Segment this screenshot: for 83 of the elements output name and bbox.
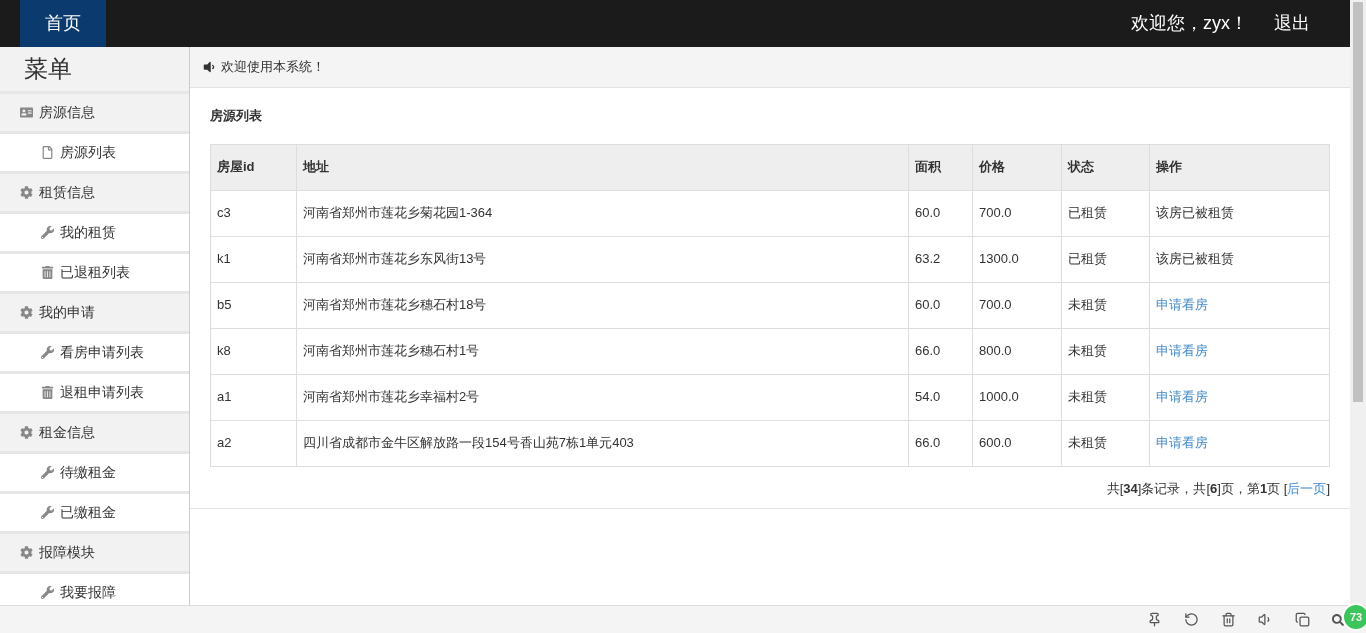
next-page-link[interactable]: 后一页 <box>1287 478 1327 498</box>
table-cell: 700.0 <box>972 190 1062 236</box>
gear-icon <box>20 186 33 199</box>
table-cell: 1300.0 <box>972 236 1062 282</box>
apply-viewing-link[interactable]: 申请看房 <box>1156 343 1208 359</box>
menu-item[interactable]: 我要报障 <box>0 574 189 605</box>
menu-item[interactable]: 退租申请列表 <box>0 374 189 411</box>
table-cell: 未租赁 <box>1061 420 1150 466</box>
gear-icon <box>20 426 33 439</box>
table-cell: 800.0 <box>972 328 1062 374</box>
wrench-icon <box>41 586 54 599</box>
gear-icon <box>20 546 33 559</box>
menu-group-header[interactable]: 报障模块 <box>0 534 189 571</box>
search-icon[interactable] <box>1332 613 1344 626</box>
refresh-icon[interactable] <box>1184 612 1199 627</box>
table-cell: k1 <box>210 236 297 282</box>
table-cell: 66.0 <box>908 420 973 466</box>
table-title: 房源列表 <box>210 107 263 125</box>
table-cell: 60.0 <box>908 190 973 236</box>
home-tab[interactable]: 首页 <box>20 0 106 47</box>
table-cell: 700.0 <box>972 282 1062 328</box>
menu-group-header[interactable]: 房源信息 <box>0 94 189 131</box>
apply-viewing-link[interactable]: 申请看房 <box>1156 297 1208 313</box>
menu-item[interactable]: 已退租列表 <box>0 254 189 291</box>
column-header: 面积 <box>908 144 973 190</box>
wrench-icon <box>41 506 54 519</box>
menu-item[interactable]: 已缴租金 <box>0 494 189 531</box>
table-cell: 河南省郑州市莲花乡东风街13号 <box>296 236 909 282</box>
table-cell: 1000.0 <box>972 374 1062 420</box>
table-cell: k8 <box>210 328 297 374</box>
table-cell: 四川省成都市金牛区解放路一段154号香山苑7栋1单元403 <box>296 420 909 466</box>
trash-icon <box>41 266 54 279</box>
column-header: 状态 <box>1061 144 1150 190</box>
table-cell: 已租赁 <box>1061 236 1150 282</box>
table-cell: 河南省郑州市莲花乡幸福村2号 <box>296 374 909 420</box>
file-icon <box>41 146 54 159</box>
menu-group-header[interactable]: 租金信息 <box>0 414 189 451</box>
table-cell: 66.0 <box>908 328 973 374</box>
pagination-bracket: ] <box>1326 479 1330 498</box>
apply-viewing-link[interactable]: 申请看房 <box>1156 389 1208 405</box>
gear-icon <box>20 306 33 319</box>
table-cell: 600.0 <box>972 420 1062 466</box>
column-header: 操作 <box>1149 144 1330 190</box>
table-cell: 该房已被租赁 <box>1149 236 1330 282</box>
trash-icon[interactable] <box>1221 612 1236 627</box>
table-cell: 63.2 <box>908 236 973 282</box>
menu-item[interactable]: 看房申请列表 <box>0 334 189 371</box>
menu-group-header[interactable]: 租赁信息 <box>0 174 189 211</box>
table-cell: 河南省郑州市莲花乡穗石村18号 <box>296 282 909 328</box>
speaker-icon <box>202 60 216 74</box>
table-cell: 该房已被租赁 <box>1149 190 1330 236</box>
table-cell: a2 <box>210 420 297 466</box>
table-cell: 未租赁 <box>1061 328 1150 374</box>
table-cell: 河南省郑州市莲花乡穗石村1号 <box>296 328 909 374</box>
welcome-text: 欢迎您，zyx！ <box>1131 12 1248 35</box>
menu-item[interactable]: 待缴租金 <box>0 454 189 491</box>
table-cell: 河南省郑州市莲花乡菊花园1-364 <box>296 190 909 236</box>
column-header: 价格 <box>972 144 1062 190</box>
column-header: 地址 <box>296 144 909 190</box>
apply-viewing-link[interactable]: 申请看房 <box>1156 435 1208 451</box>
menu-item[interactable]: 房源列表 <box>0 134 189 171</box>
pagination-summary: 共[34]条记录，共[6]页，第1页 [ <box>1106 479 1288 498</box>
table-cell: c3 <box>210 190 297 236</box>
table-cell: 已租赁 <box>1061 190 1150 236</box>
wrench-icon <box>41 466 54 479</box>
menu-item[interactable]: 我的租赁 <box>0 214 189 251</box>
table-cell: 未租赁 <box>1061 374 1150 420</box>
sidebar-title: 菜单 <box>0 47 189 91</box>
logout-link[interactable]: 退出 <box>1274 10 1310 37</box>
notice-text: 欢迎使用本系统！ <box>221 58 325 77</box>
column-header: 房屋id <box>210 144 297 190</box>
table-cell: a1 <box>210 374 297 420</box>
table-cell: 54.0 <box>908 374 973 420</box>
window-icon[interactable] <box>1295 612 1310 627</box>
table-cell: b5 <box>210 282 297 328</box>
table-cell: 未租赁 <box>1061 282 1150 328</box>
wrench-icon <box>41 346 54 359</box>
contact-card-icon <box>20 106 33 119</box>
menu-group-header[interactable]: 我的申请 <box>0 294 189 331</box>
trash-icon <box>41 386 54 399</box>
pin-icon[interactable] <box>1147 612 1162 627</box>
table-cell: 60.0 <box>908 282 973 328</box>
wrench-icon <box>41 226 54 239</box>
